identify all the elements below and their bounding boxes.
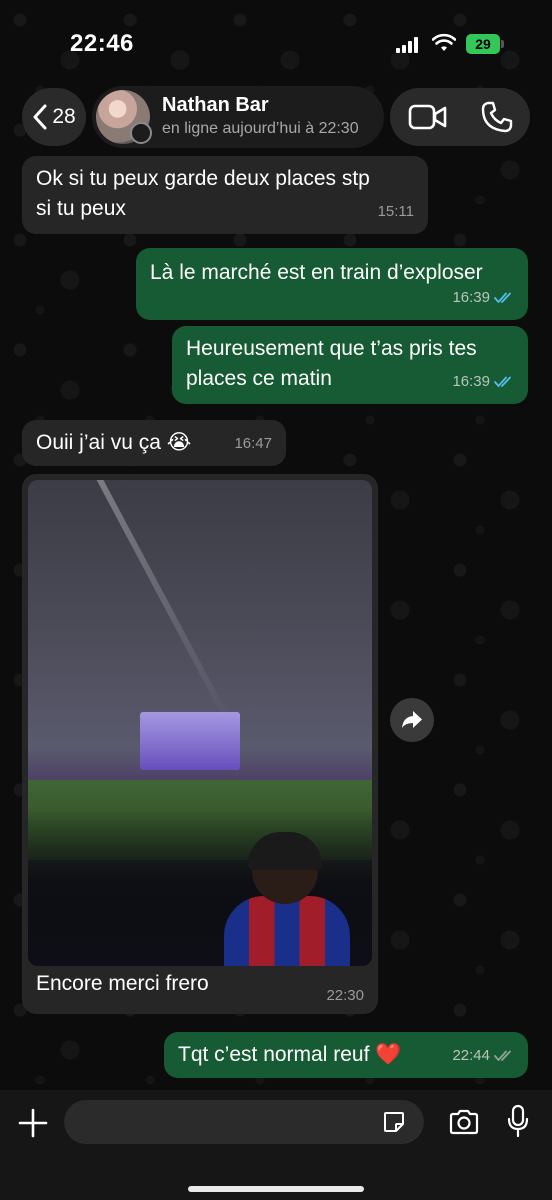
double-check-icon <box>494 376 511 387</box>
message-photo-incoming[interactable]: Encore merci frero 22:30 <box>22 474 378 1014</box>
chevron-left-icon <box>33 104 47 130</box>
home-indicator <box>188 1186 364 1192</box>
microphone-icon[interactable] <box>506 1104 530 1138</box>
status-time: 22:46 <box>70 30 134 57</box>
stadium-photo[interactable] <box>28 480 372 966</box>
message-bubble-incoming[interactable]: Ouii j’ai vu ça 😭 16:47 <box>22 420 286 466</box>
forward-arrow-icon <box>402 711 422 728</box>
message-time: 15:11 <box>377 203 414 220</box>
phone-icon[interactable] <box>480 100 514 134</box>
video-camera-icon[interactable] <box>408 102 448 132</box>
double-check-icon <box>494 1050 511 1061</box>
wifi-icon <box>432 33 456 51</box>
status-bar: 22:46 29 <box>0 0 552 86</box>
cellular-signal-icon <box>396 37 418 53</box>
message-meta: 16:39 <box>452 283 514 312</box>
fan-shirt <box>224 896 350 966</box>
stage-screen <box>140 712 240 770</box>
message-meta: 22:44 <box>452 1041 514 1070</box>
battery-level: 29 <box>466 34 500 54</box>
message-meta: 16:47 <box>234 429 272 458</box>
message-time: 16:47 <box>234 435 272 452</box>
message-bubble-incoming[interactable]: Ok si tu peux garde deux places stp si t… <box>22 156 428 234</box>
sticker-icon[interactable] <box>382 1110 406 1134</box>
message-time: 16:39 <box>452 373 490 390</box>
message-text: Tqt c’est normal reuf ❤️ <box>178 1043 402 1066</box>
contact-info[interactable]: Nathan Bar en ligne aujourd’hui à 22:30 <box>92 86 384 148</box>
plus-icon[interactable] <box>16 1106 50 1140</box>
camera-icon[interactable] <box>448 1108 480 1136</box>
last-seen-status: en ligne aujourd’hui à 22:30 <box>162 120 359 137</box>
message-time: 22:30 <box>326 987 364 1004</box>
battery-tip <box>501 40 504 48</box>
back-button[interactable]: 28 <box>22 88 86 146</box>
chat-header: 28 Nathan Bar en ligne aujourd’hui à 22:… <box>0 86 552 148</box>
message-bubble-outgoing[interactable]: Tqt c’est normal reuf ❤️ 22:44 <box>164 1032 528 1078</box>
call-actions <box>390 88 530 146</box>
unread-count: 28 <box>52 105 76 128</box>
double-check-icon <box>494 292 511 303</box>
message-text: Là le marché est en train d’exploser <box>150 261 483 284</box>
message-meta: 16:39 <box>452 367 514 396</box>
message-time: 22:44 <box>452 1047 490 1064</box>
message-text: si tu peux <box>36 197 126 220</box>
photo-caption: Encore merci frero <box>36 972 209 995</box>
message-bubble-outgoing[interactable]: Heureusement que t’as pris tes places ce… <box>172 326 528 404</box>
message-bubble-outgoing[interactable]: Là le marché est en train d’exploser 16:… <box>136 248 528 320</box>
message-input[interactable] <box>64 1100 424 1144</box>
message-text: Ouii j’ai vu ça 😭 <box>36 431 192 454</box>
status-ring-icon <box>130 122 152 144</box>
message-text: Ok si tu peux garde deux places stp <box>36 167 370 190</box>
message-meta: 15:11 <box>378 197 414 226</box>
forward-button[interactable] <box>390 698 434 742</box>
light-beam <box>86 480 233 725</box>
message-time: 16:39 <box>452 289 490 306</box>
contact-name: Nathan Bar <box>162 94 269 116</box>
battery-indicator: 29 <box>466 34 504 54</box>
message-composer <box>0 1090 552 1200</box>
message-text: places ce matin <box>186 367 332 390</box>
message-text: Heureusement que t’as pris tes <box>186 337 477 360</box>
